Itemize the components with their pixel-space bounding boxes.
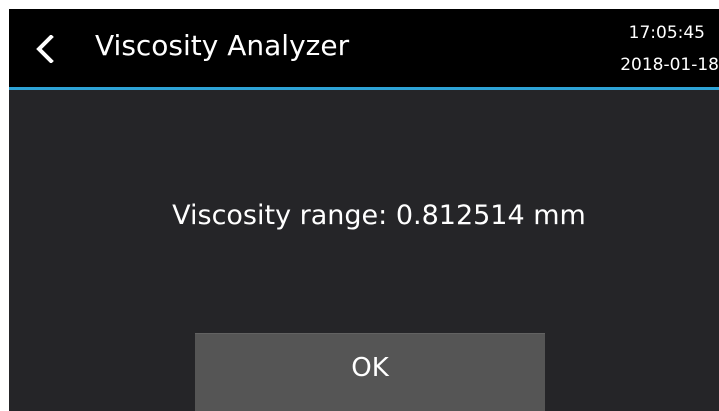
clock-time: 17:05:45 [628,23,705,43]
chevron-left-icon [36,35,54,63]
page-title: Viscosity Analyzer [95,29,350,62]
ok-button[interactable]: OK [195,333,545,411]
ok-button-label: OK [351,353,389,383]
clock: 17:05:45 2018-01-18 [569,21,719,77]
back-button[interactable] [23,21,69,75]
viscosity-range-message: Viscosity range: 0.812514 mm [172,200,586,231]
header-bar: Viscosity Analyzer 17:05:45 2018-01-18 [9,9,719,87]
clock-date: 2018-01-18 [620,55,719,75]
app-screen: Viscosity Analyzer 17:05:45 2018-01-18 V… [9,9,719,411]
header-divider [9,87,719,90]
